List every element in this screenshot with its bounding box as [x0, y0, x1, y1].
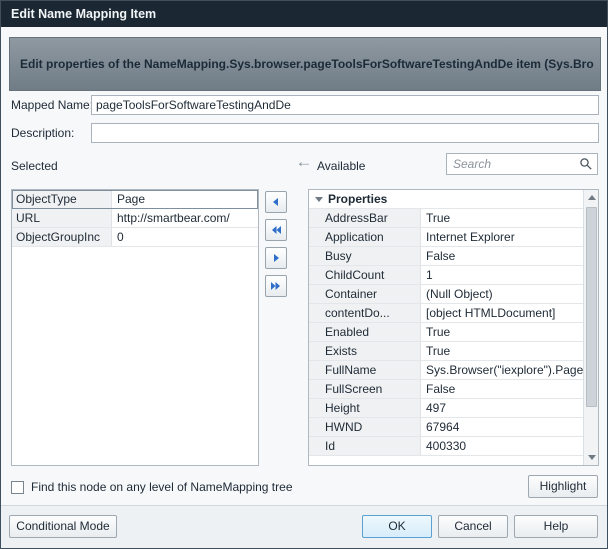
- scroll-up-icon: [588, 195, 596, 200]
- property-name: ChildCount: [309, 266, 421, 284]
- help-button[interactable]: Help: [514, 515, 598, 538]
- property-value: True: [421, 209, 583, 227]
- property-value: (Null Object): [421, 285, 583, 303]
- highlight-button[interactable]: Highlight: [528, 475, 598, 498]
- property-name: ObjectType: [12, 190, 112, 208]
- table-row[interactable]: FullScreen False: [309, 380, 583, 399]
- property-name: Container: [309, 285, 421, 303]
- table-row[interactable]: FullName Sys.Browser("iexplore").Page("h…: [309, 361, 583, 380]
- table-row[interactable]: URL http://smartbear.com/: [12, 209, 258, 228]
- search-input[interactable]: [446, 153, 598, 175]
- scrollbar-thumb[interactable]: [586, 207, 597, 407]
- description-input[interactable]: [91, 123, 599, 143]
- property-name: contentDo...: [309, 304, 421, 322]
- table-row[interactable]: Height 497: [309, 399, 583, 418]
- table-row[interactable]: Exists True: [309, 342, 583, 361]
- selected-properties-table: ObjectType Page URL http://smartbear.com…: [11, 189, 259, 466]
- transfer-buttons: [265, 191, 287, 303]
- move-right-button[interactable]: [265, 247, 287, 269]
- arrow-double-right-icon: [270, 280, 282, 292]
- table-row[interactable]: Enabled True: [309, 323, 583, 342]
- property-name: Height: [309, 399, 421, 417]
- property-value: 0: [112, 228, 258, 246]
- chevron-down-icon: [315, 197, 323, 202]
- window-titlebar[interactable]: Edit Name Mapping Item: [1, 1, 607, 27]
- table-row[interactable]: HWND 67964: [309, 418, 583, 437]
- scroll-down-button[interactable]: [584, 450, 599, 465]
- property-value: False: [421, 247, 583, 265]
- selected-label: Selected: [11, 157, 58, 175]
- window-title: Edit Name Mapping Item: [11, 7, 156, 21]
- table-row[interactable]: AddressBar True: [309, 209, 583, 228]
- table-row[interactable]: ObjectGroupInc 0: [12, 228, 258, 247]
- arrow-right-icon: [270, 252, 282, 264]
- property-value: True: [421, 342, 583, 360]
- property-value: Internet Explorer: [421, 228, 583, 246]
- scroll-down-icon: [588, 455, 596, 460]
- ok-button[interactable]: OK: [362, 515, 432, 538]
- available-label: Available: [317, 157, 365, 175]
- description-label: Description:: [11, 123, 74, 143]
- conditional-mode-button[interactable]: Conditional Mode: [9, 515, 117, 538]
- table-row[interactable]: Id 400330: [309, 437, 583, 456]
- move-all-left-button[interactable]: [265, 219, 287, 241]
- arrow-double-left-icon: [270, 224, 282, 236]
- available-properties-panel: Properties AddressBar True Application I…: [308, 189, 599, 466]
- vertical-scrollbar[interactable]: [583, 190, 598, 465]
- table-row[interactable]: Application Internet Explorer: [309, 228, 583, 247]
- property-name: Enabled: [309, 323, 421, 341]
- cancel-button[interactable]: Cancel: [438, 515, 508, 538]
- property-value: Sys.Browser("iexplore").Page("http://: [421, 361, 583, 379]
- property-name: FullName: [309, 361, 421, 379]
- banner-text: Edit properties of the NameMapping.Sys.b…: [20, 57, 594, 71]
- move-left-button[interactable]: [265, 191, 287, 213]
- search-box: [446, 153, 598, 175]
- table-row[interactable]: ChildCount 1: [309, 266, 583, 285]
- property-name: Id: [309, 437, 421, 455]
- property-name: URL: [12, 209, 112, 227]
- property-name: Exists: [309, 342, 421, 360]
- property-name: AddressBar: [309, 209, 421, 227]
- move-left-hint-icon: ←: [295, 153, 313, 171]
- property-name: Busy: [309, 247, 421, 265]
- edit-name-mapping-dialog: Edit Name Mapping Item Edit properties o…: [0, 0, 608, 549]
- property-value: http://smartbear.com/: [112, 209, 258, 227]
- property-value: 400330: [421, 437, 583, 455]
- property-value: False: [421, 380, 583, 398]
- header-banner: Edit properties of the NameMapping.Sys.b…: [9, 37, 601, 91]
- property-value: 1: [421, 266, 583, 284]
- property-name: HWND: [309, 418, 421, 436]
- property-name: ObjectGroupInc: [12, 228, 112, 246]
- property-value: [object HTMLDocument]: [421, 304, 583, 322]
- table-row[interactable]: Container (Null Object): [309, 285, 583, 304]
- properties-group-row[interactable]: Properties: [309, 190, 583, 209]
- search-icon: [579, 157, 593, 171]
- mapped-name-input[interactable]: [91, 95, 599, 115]
- find-node-label[interactable]: Find this node on any level of NameMappi…: [31, 479, 293, 495]
- property-name: Application: [309, 228, 421, 246]
- group-label: Properties: [328, 192, 387, 206]
- table-row[interactable]: Busy False: [309, 247, 583, 266]
- move-all-right-button[interactable]: [265, 275, 287, 297]
- table-row[interactable]: contentDo... [object HTMLDocument]: [309, 304, 583, 323]
- available-rows: Properties AddressBar True Application I…: [309, 190, 583, 465]
- property-value: 497: [421, 399, 583, 417]
- mapped-name-label: Mapped Name:: [11, 95, 93, 115]
- arrow-left-icon: [270, 196, 282, 208]
- table-row[interactable]: ObjectType Page: [12, 190, 258, 209]
- property-name: FullScreen: [309, 380, 421, 398]
- property-value: 67964: [421, 418, 583, 436]
- property-value: True: [421, 323, 583, 341]
- dialog-footer: Conditional Mode OK Cancel Help: [1, 505, 607, 548]
- property-value: Page: [112, 190, 258, 208]
- find-node-checkbox[interactable]: [11, 481, 24, 494]
- scroll-up-button[interactable]: [584, 190, 599, 205]
